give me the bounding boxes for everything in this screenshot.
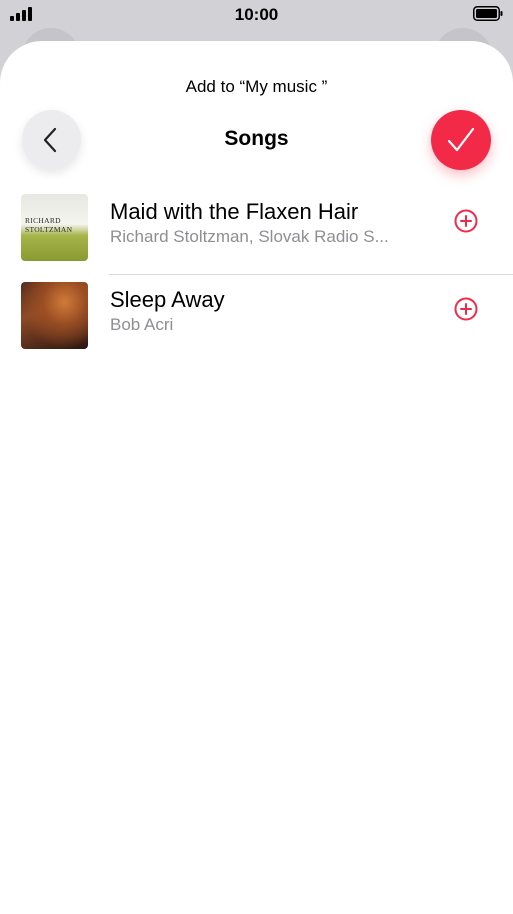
song-row[interactable]: RICHARD STOLTZMAN Maid with the Flaxen H… <box>0 187 513 275</box>
screen: 10:00 Add to “My music ” Songs RICHARD S… <box>0 0 513 914</box>
add-song-button[interactable] <box>453 296 479 322</box>
battery-icon <box>473 6 503 21</box>
done-button[interactable] <box>431 110 491 170</box>
album-artwork-text: RICHARD STOLTZMAN <box>25 216 73 234</box>
add-song-button[interactable] <box>453 208 479 234</box>
song-title: Maid with the Flaxen Hair <box>110 199 359 224</box>
status-bar: 10:00 <box>0 0 513 30</box>
song-row[interactable]: Sleep Away Bob Acri <box>0 275 513 363</box>
song-title: Sleep Away <box>110 287 225 312</box>
sheet-subtitle: Add to “My music ” <box>185 77 328 96</box>
checkmark-icon <box>447 127 475 152</box>
song-artist: Richard Stoltzman, Slovak Radio S... <box>110 227 389 246</box>
song-list: RICHARD STOLTZMAN Maid with the Flaxen H… <box>0 187 513 363</box>
album-artwork <box>21 282 88 349</box>
add-songs-sheet: Add to “My music ” Songs RICHARD STOLTZM… <box>0 41 513 914</box>
status-time: 10:00 <box>234 5 279 24</box>
song-artist: Bob Acri <box>110 315 174 334</box>
album-artwork: RICHARD STOLTZMAN <box>21 194 88 261</box>
